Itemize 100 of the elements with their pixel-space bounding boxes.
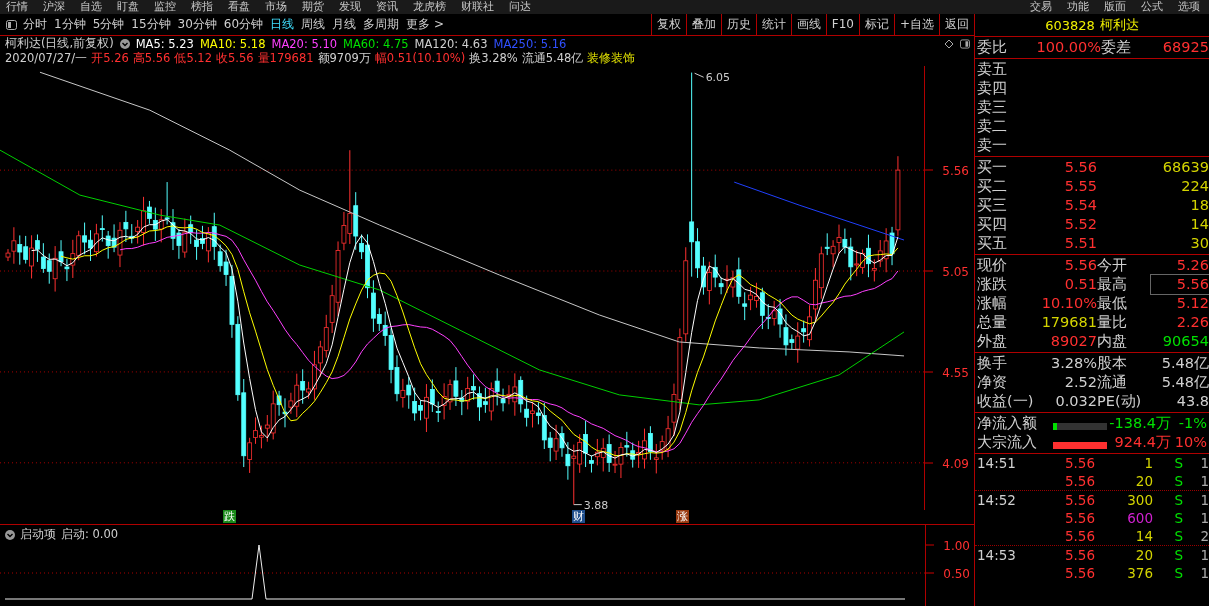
ma-value: MA60: 4.75 [343, 36, 409, 51]
toolbar-button[interactable]: 统计 [755, 14, 791, 35]
event-marker[interactable]: 财 [572, 510, 585, 523]
diamond-icon[interactable] [944, 38, 954, 49]
menu-item[interactable]: 发现 [339, 0, 361, 14]
menu-item[interactable]: 资讯 [376, 0, 398, 14]
toolbar-button[interactable]: 历史 [720, 14, 756, 35]
field-value: -1% [1177, 414, 1207, 433]
field-value: -138.4万 [1109, 414, 1171, 433]
period-tab[interactable]: 分时 [23, 16, 47, 33]
menu-item[interactable]: 期货 [302, 0, 324, 14]
menu-item[interactable]: 自选 [80, 0, 102, 14]
quote-info: 量179681 [257, 51, 314, 66]
ma-value: MA5: 5.23 [135, 36, 194, 51]
field-value: 90654 [1161, 332, 1209, 351]
panel-toggle-icon[interactable] [960, 38, 970, 49]
menu-item[interactable]: 交易 [1030, 0, 1052, 14]
panel-toggle-icon[interactable] [6, 19, 17, 30]
tick-count: 1 [1199, 564, 1209, 582]
leader-line [694, 72, 705, 78]
tick-volume: 20 [1134, 472, 1153, 490]
period-tab[interactable]: 60分钟 [223, 16, 264, 33]
period-tab[interactable]: 月线 [332, 16, 357, 33]
menu-item[interactable]: 财联社 [461, 0, 494, 14]
quote-info: 幅0.51(10.10%) [374, 51, 466, 66]
period-tab[interactable]: 更多 > [406, 16, 444, 33]
field-label: 涨幅 [977, 294, 1008, 313]
bid-label: 买一 [977, 158, 1008, 177]
period-tab[interactable]: 多周期 [363, 16, 400, 33]
tick-volume: 600 [1126, 509, 1153, 527]
menu-item[interactable]: 选项 [1178, 0, 1200, 14]
field-value: 5.56 [1063, 256, 1097, 275]
field-label: 换手 [977, 354, 1008, 373]
field-value: 5.56 [1151, 275, 1209, 294]
indicator-title: 启动项 [20, 527, 56, 542]
chevron-icon[interactable] [119, 38, 130, 49]
field-label: 现价 [977, 256, 1008, 275]
menu-item[interactable]: 版面 [1104, 0, 1126, 14]
ma-value: MA20: 5.10 [271, 36, 337, 51]
field-label: 内盘 [1097, 332, 1128, 351]
event-marker[interactable]: 跌 [223, 510, 236, 523]
bid-volume: 30 [1189, 234, 1209, 253]
tick-side: S [1173, 509, 1183, 527]
menu-item[interactable]: 市场 [265, 0, 287, 14]
tick-volume: 1 [1143, 454, 1153, 472]
toolbar-button[interactable]: 复权 [650, 14, 686, 35]
field-label: 净流入额 [977, 414, 1038, 433]
menu-item[interactable]: 龙虎榜 [413, 0, 446, 14]
toolbar-button[interactable]: F10 [825, 14, 859, 35]
menu-item[interactable]: 公式 [1141, 0, 1163, 14]
chevron-icon[interactable] [5, 529, 15, 540]
menu-item[interactable]: 行情 [6, 0, 28, 14]
field-value: 10% [1173, 433, 1207, 452]
bid-label: 买二 [977, 177, 1008, 196]
period-tab[interactable]: 周线 [301, 16, 326, 33]
field-label: 委差 [1101, 38, 1132, 57]
toolbar-button[interactable]: 标记 [858, 14, 894, 35]
bid-volume: 68639 [1161, 158, 1209, 177]
bid-volume: 224 [1180, 177, 1209, 196]
menu-item[interactable]: 功能 [1067, 0, 1089, 14]
field-value: 5.12 [1175, 294, 1209, 313]
menu-item[interactable]: 问达 [509, 0, 531, 14]
period-tab[interactable]: 日线 [270, 16, 295, 33]
field-value: 2.26 [1175, 313, 1209, 332]
menu-item[interactable]: 监控 [154, 0, 176, 14]
period-tab[interactable]: 15分钟 [131, 16, 171, 33]
ask-label: 卖三 [977, 98, 1008, 117]
ask-label: 卖一 [977, 136, 1008, 155]
bid-label: 买五 [977, 234, 1008, 253]
toolbar-button[interactable]: 叠加 [685, 14, 721, 35]
bid-label: 买四 [977, 215, 1008, 234]
toolbar-button[interactable]: 画线 [790, 14, 826, 35]
event-marker[interactable]: 涨 [676, 510, 689, 523]
bid-price: 5.52 [1063, 215, 1097, 234]
toolbar-button[interactable]: 返回 [939, 14, 974, 35]
axis-label: 4.55 [942, 366, 969, 380]
period-tab[interactable]: 5分钟 [92, 16, 125, 33]
menu-item[interactable]: 看盘 [228, 0, 250, 14]
axis-label: 5.56 [942, 164, 969, 178]
menu-item[interactable]: 盯盘 [117, 0, 139, 14]
tick-count: 2 [1199, 527, 1209, 545]
toolbar-button[interactable]: +自选 [893, 14, 939, 35]
tick-volume: 376 [1126, 564, 1153, 582]
axis-label: 4.09 [942, 457, 969, 471]
period-tab[interactable]: 30分钟 [177, 16, 217, 33]
bid-label: 买三 [977, 196, 1008, 215]
field-value: 5.26 [1175, 256, 1209, 275]
field-label: 净资 [977, 373, 1008, 392]
tick-side: S [1173, 564, 1183, 582]
tick-side: S [1173, 454, 1183, 472]
quote-info: 装修装饰 [587, 51, 636, 66]
menu-item[interactable]: 榜指 [191, 0, 213, 14]
field-value: 89027 [1049, 332, 1097, 351]
menu-item[interactable]: 沪深 [43, 0, 65, 14]
chart-title: 柯利达(日线,前复权) [5, 36, 114, 51]
bid-volume: 14 [1189, 215, 1209, 234]
tick-price: 5.56 [1063, 472, 1095, 490]
period-tab[interactable]: 1分钟 [54, 16, 86, 33]
quote-info: 开5.26 [91, 51, 129, 66]
bid-price: 5.51 [1063, 234, 1097, 253]
